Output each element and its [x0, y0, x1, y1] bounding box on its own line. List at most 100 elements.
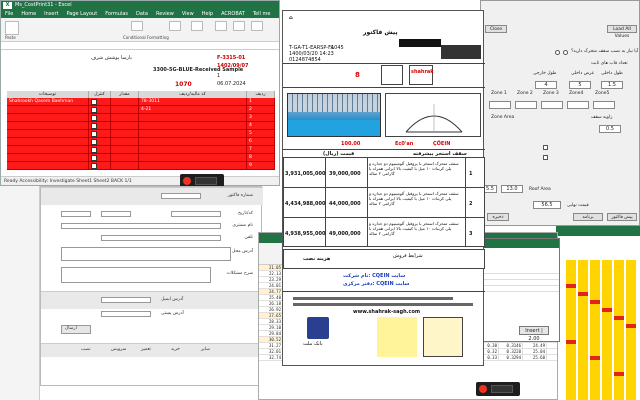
menu-formulas[interactable]: Formulas [105, 10, 128, 18]
outer-length-input[interactable]: 4 [535, 81, 557, 89]
code-field[interactable] [171, 211, 221, 217]
grid-cell[interactable]: 25.40 [259, 295, 283, 300]
grid-cell[interactable]: 31.27 [259, 343, 283, 348]
menu-file[interactable]: File [5, 10, 13, 18]
table-row[interactable]: Shahrookh Qasem Baehman 78-3011 1 [7, 98, 275, 106]
option-checkbox-2[interactable] [543, 155, 548, 160]
table-row[interactable]: 7 [7, 146, 275, 154]
program-button[interactable]: برنامه [573, 213, 603, 221]
menu-view[interactable]: View [182, 10, 194, 18]
row-checkbox[interactable] [91, 147, 97, 153]
grid-cell[interactable]: 28.33 [259, 319, 283, 324]
table-row[interactable]: 8 [7, 154, 275, 162]
conditional-formatting-button[interactable] [131, 21, 143, 31]
zone-1-input[interactable] [489, 101, 511, 109]
value-input[interactable]: 5.5 [483, 185, 497, 193]
phone-field[interactable] [101, 235, 221, 241]
zone-4-input[interactable] [567, 101, 589, 109]
menu-tell-me[interactable]: Tell me [253, 10, 271, 18]
row-checkbox[interactable] [91, 139, 97, 145]
grid-cell[interactable]: 24.01 [259, 283, 283, 288]
table-row[interactable]: 4 [7, 122, 275, 130]
format-cells-button[interactable] [251, 21, 263, 31]
option-service[interactable]: سرویس [111, 347, 126, 352]
zone-2-input[interactable] [515, 101, 537, 109]
close-button[interactable]: Close [485, 25, 507, 33]
email-field[interactable] [101, 297, 151, 303]
menu-page-layout[interactable]: Page Layout [66, 10, 97, 18]
menu-insert[interactable]: Insert [44, 10, 58, 18]
option-install[interactable]: نصب [81, 347, 91, 352]
insert-cells-button[interactable] [215, 21, 227, 31]
grid-cell[interactable]: 25.60 [523, 355, 547, 360]
option-buy[interactable]: خرید [171, 347, 180, 352]
table-row[interactable]: 9 [7, 162, 275, 170]
format-as-table-button[interactable] [169, 21, 181, 31]
access-nav-pane[interactable] [0, 186, 40, 400]
roof-area-input[interactable]: 13.0 [501, 185, 523, 193]
grid-cell[interactable]: 27.65 [259, 313, 283, 318]
customer-name-field[interactable] [61, 223, 221, 229]
recorder-widget-2[interactable] [476, 382, 520, 396]
record-icon[interactable] [183, 177, 191, 185]
grid-cell[interactable]: 21.05 [259, 265, 283, 270]
cell-styles-button[interactable] [191, 21, 203, 31]
inner-width-input[interactable]: 5 [569, 81, 591, 89]
date-field-2[interactable] [101, 211, 131, 217]
grid-cell[interactable]: 25.04 [523, 349, 547, 354]
grid-cell[interactable]: 24.49 [523, 343, 547, 348]
excel-sheet[interactable]: بارسا پوشش شرف F-3315-01 1402/09/07 3300… [1, 50, 279, 179]
proforma-button[interactable]: پیش فاکتور [607, 213, 637, 221]
table-row[interactable]: 5 [7, 130, 275, 138]
paste-button[interactable] [5, 21, 19, 35]
menu-acrobat[interactable]: ACROBAT [221, 10, 245, 18]
postal-field[interactable] [101, 311, 151, 317]
menu-help[interactable]: Help [202, 10, 213, 18]
insert-button[interactable]: Insert | 2.00 [519, 326, 549, 342]
row-checkbox[interactable] [91, 99, 97, 105]
grid-cell[interactable]: 0.3220 [499, 349, 523, 354]
row-checkbox[interactable] [91, 123, 97, 129]
grid-cell[interactable]: 26.18 [259, 301, 283, 306]
grid-cell[interactable]: 23.29 [259, 277, 283, 282]
table-row[interactable]: 3 [7, 114, 275, 122]
menu-home[interactable]: Home [21, 10, 36, 18]
menu-review[interactable]: Review [156, 10, 174, 18]
inner-length-input[interactable]: 1.5 [601, 81, 623, 89]
problems-field[interactable] [61, 267, 211, 283]
record-icon[interactable] [479, 385, 487, 393]
grid-cell[interactable]: 0.3294 [499, 355, 523, 360]
invoice-no-field[interactable] [161, 193, 201, 199]
menu-data[interactable]: Data [136, 10, 148, 18]
table-row[interactable]: 4-21 2 [7, 106, 275, 114]
option-checkbox[interactable] [543, 145, 548, 150]
table-row[interactable]: 6 [7, 138, 275, 146]
grid-cell[interactable]: 30.52 [259, 337, 283, 342]
row-checkbox[interactable] [91, 163, 97, 169]
grid-cell[interactable]: 32.74 [259, 355, 283, 360]
zone-5-input[interactable] [593, 101, 615, 109]
final-price-input[interactable]: 56.5 [533, 201, 561, 209]
option-repair[interactable]: تعمیر [141, 347, 151, 352]
install-no-radio[interactable] [555, 50, 560, 55]
grid-cell[interactable]: 29.84 [259, 331, 283, 336]
formula-bar[interactable] [1, 42, 279, 50]
install-yes-radio[interactable] [563, 50, 568, 55]
load-all-values-button[interactable]: Load All Values [607, 25, 637, 39]
grid-cell[interactable]: 0.3146 [499, 343, 523, 348]
roof-angle-input[interactable]: 0.5 [599, 125, 621, 133]
grid-cell[interactable]: 26.92 [259, 307, 283, 312]
grid-cell[interactable]: 24.77 [259, 289, 283, 294]
row-checkbox[interactable] [91, 155, 97, 161]
save-button[interactable]: ذخیره [487, 213, 509, 221]
grid-cell[interactable]: 32.01 [259, 349, 283, 354]
zone-3-input[interactable] [541, 101, 563, 109]
grid-cell[interactable]: 22.13 [259, 271, 283, 276]
grid-cell[interactable]: 29.10 [259, 325, 283, 330]
delete-cells-button[interactable] [233, 21, 245, 31]
option-other[interactable]: سایر [201, 347, 210, 352]
row-checkbox[interactable] [91, 107, 97, 113]
excel-color-grid[interactable] [556, 226, 640, 400]
address-field[interactable] [61, 247, 231, 261]
date-field[interactable] [61, 211, 91, 217]
